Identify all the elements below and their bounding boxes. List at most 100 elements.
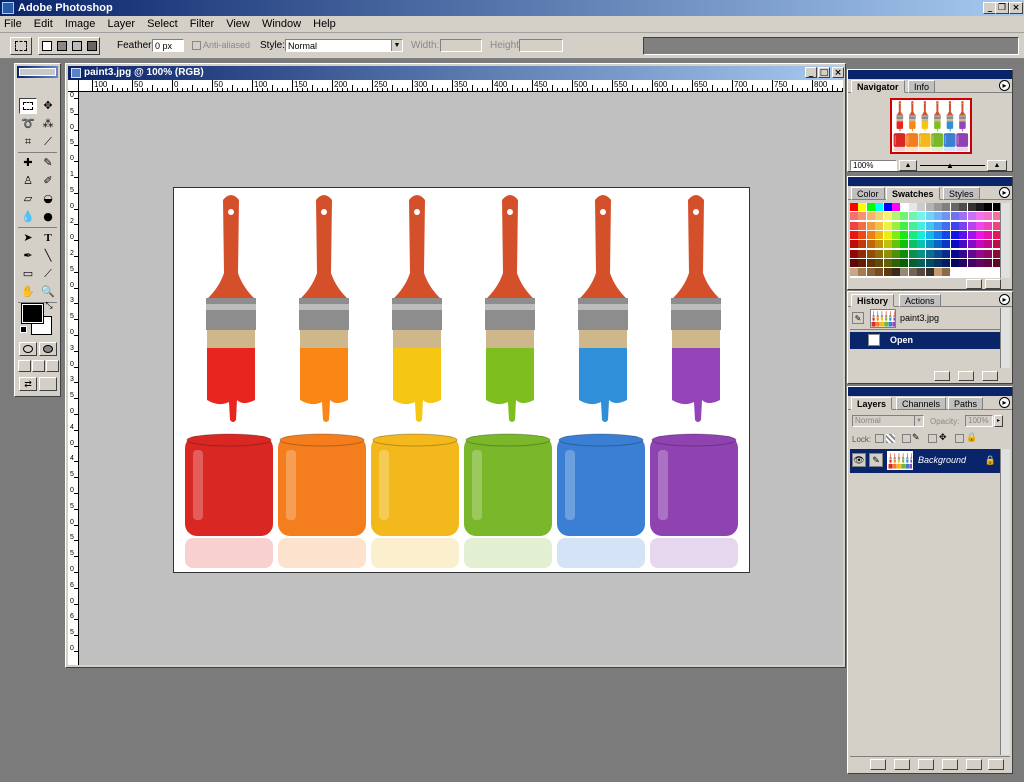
color-swatch[interactable] <box>892 203 900 211</box>
close-button[interactable]: × <box>1009 2 1023 14</box>
width-input[interactable] <box>440 39 482 52</box>
eyedropper-tool-icon[interactable]: ⟋ <box>39 266 57 282</box>
marquee-tool-icon[interactable] <box>19 98 37 114</box>
paint-bucket-tool-icon[interactable]: ◒ <box>39 191 57 207</box>
trash-icon[interactable] <box>985 279 1001 289</box>
color-swatch[interactable] <box>900 221 909 230</box>
menu-image[interactable]: Image <box>61 16 101 33</box>
navigator-thumbnail[interactable] <box>890 98 972 154</box>
tool-preset-picker[interactable] <box>10 37 32 55</box>
crop-tool-icon[interactable]: ⌗ <box>19 134 37 150</box>
color-swatch[interactable] <box>984 249 993 258</box>
zoom-in-icon[interactable]: ▲ <box>987 160 1007 171</box>
color-swatch[interactable] <box>900 258 909 267</box>
color-swatch[interactable] <box>850 258 858 267</box>
layers-scrollbar[interactable] <box>1000 449 1010 755</box>
layer-row[interactable]: 👁 ✎ Background 🔒 <box>850 449 1000 473</box>
menu-file[interactable]: File <box>0 16 27 33</box>
color-swatch[interactable] <box>917 230 926 239</box>
color-swatch[interactable] <box>900 212 909 221</box>
healing-brush-tool-icon[interactable]: ✚ <box>19 155 37 171</box>
color-swatch[interactable] <box>866 249 875 258</box>
standard-mode-button[interactable] <box>19 342 37 356</box>
foreground-color-swatch[interactable] <box>21 303 44 324</box>
pen-tool-icon[interactable]: ✒ <box>19 248 37 264</box>
color-swatch[interactable] <box>934 230 942 239</box>
doc-close-button[interactable]: × <box>832 67 844 78</box>
screen-mode-standard-icon[interactable] <box>18 360 31 372</box>
color-swatch[interactable] <box>967 212 976 221</box>
color-swatch[interactable] <box>984 240 993 249</box>
layer-style-icon[interactable] <box>870 759 886 770</box>
color-swatch[interactable] <box>917 212 926 221</box>
color-swatch[interactable] <box>942 268 951 277</box>
adobe-online-icon[interactable] <box>19 68 56 76</box>
imageready-icon[interactable] <box>39 377 57 391</box>
color-swatch[interactable] <box>934 258 942 267</box>
color-swatch[interactable] <box>959 249 968 258</box>
zoom-input[interactable]: 100% <box>850 160 897 171</box>
swatch-scrollbar[interactable] <box>1000 203 1010 278</box>
menu-help[interactable]: Help <box>309 16 341 33</box>
color-swatch[interactable] <box>925 230 934 239</box>
color-swatch[interactable] <box>908 221 917 230</box>
color-swatch[interactable] <box>950 240 959 249</box>
color-swatch[interactable] <box>850 203 858 211</box>
history-snapshot-row[interactable]: ✎ paint3.jpg <box>850 308 1000 330</box>
color-swatch[interactable] <box>892 212 900 221</box>
color-swatch[interactable] <box>967 268 976 277</box>
color-swatch[interactable] <box>866 258 875 267</box>
color-swatch[interactable] <box>925 221 934 230</box>
color-swatch[interactable] <box>866 230 875 239</box>
new-document-from-state-icon[interactable] <box>934 371 950 381</box>
doc-minimize-button[interactable]: _ <box>805 67 817 78</box>
history-state-row[interactable]: Open <box>850 332 1000 349</box>
color-swatch[interactable] <box>883 230 892 239</box>
history-brush-tool-icon[interactable]: ✐ <box>39 173 57 189</box>
color-swatch[interactable] <box>984 221 993 230</box>
color-swatch[interactable] <box>866 212 875 221</box>
palette-well[interactable] <box>643 37 1019 55</box>
color-swatch[interactable] <box>858 221 867 230</box>
doc-maximize-button[interactable]: □ <box>818 67 830 78</box>
new-snapshot-icon[interactable] <box>958 371 974 381</box>
color-swatch[interactable] <box>959 258 968 267</box>
new-set-icon[interactable] <box>918 759 934 770</box>
color-swatch[interactable] <box>892 249 900 258</box>
jump-to-imageready-icon[interactable]: ⇄ <box>19 377 37 391</box>
eye-icon[interactable]: 👁 <box>852 453 866 467</box>
color-swatch[interactable] <box>925 268 934 277</box>
color-swatch[interactable] <box>934 212 942 221</box>
default-colors-icon[interactable] <box>20 326 27 333</box>
color-swatch[interactable] <box>959 268 968 277</box>
tab-layers[interactable]: Layers <box>851 397 893 410</box>
panel-menu-icon[interactable]: ▸ <box>999 187 1010 198</box>
color-swatch[interactable] <box>976 230 984 239</box>
new-swatch-icon[interactable] <box>966 279 982 289</box>
color-swatch[interactable] <box>858 203 867 211</box>
slice-tool-icon[interactable]: ⟋ <box>39 134 57 150</box>
color-swatch[interactable] <box>850 240 858 249</box>
color-swatch[interactable] <box>976 249 984 258</box>
trash-icon[interactable] <box>988 759 1004 770</box>
color-swatch[interactable] <box>875 268 884 277</box>
swap-colors-icon[interactable]: ⤡ <box>43 300 55 312</box>
color-swatch[interactable] <box>950 203 959 211</box>
color-swatch[interactable] <box>917 268 926 277</box>
history-scrollbar[interactable] <box>1000 308 1010 368</box>
style-select[interactable]: Normal ▼ <box>285 39 403 52</box>
lock-all-checkbox[interactable] <box>955 434 964 443</box>
tab-navigator[interactable]: Navigator <box>851 80 905 93</box>
hand-tool-icon[interactable]: ✋ <box>19 284 37 300</box>
antialiased-checkbox[interactable] <box>192 41 201 50</box>
color-swatch[interactable] <box>875 240 884 249</box>
color-swatch[interactable] <box>866 240 875 249</box>
tab-history[interactable]: History <box>851 294 895 307</box>
restore-button[interactable]: ❐ <box>995 2 1009 14</box>
color-swatch[interactable] <box>917 249 926 258</box>
eraser-tool-icon[interactable]: ▱ <box>19 191 37 207</box>
ruler-origin[interactable] <box>68 80 79 92</box>
color-swatch[interactable] <box>850 268 858 277</box>
screen-mode-full-icon[interactable] <box>46 360 59 372</box>
line-tool-icon[interactable]: ╲ <box>39 248 57 264</box>
